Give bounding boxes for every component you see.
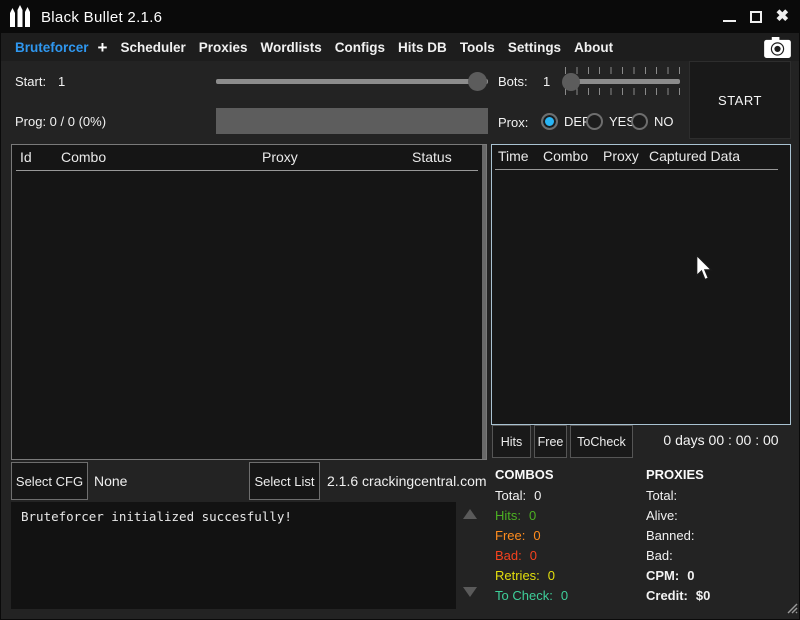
proxies-bad-stat: Bad: xyxy=(646,548,681,563)
header-divider xyxy=(16,170,478,171)
log-line: Bruteforcer initialized succesfully! xyxy=(21,509,292,524)
combos-hits-stat: Hits:0 xyxy=(495,508,536,523)
prox-radio-yes[interactable]: YES xyxy=(586,113,635,130)
start-label: Start: xyxy=(15,74,46,89)
combos-bad-stat: Bad:0 xyxy=(495,548,537,563)
combos-free-stat: Free:0 xyxy=(495,528,541,543)
progress-bar xyxy=(216,108,488,134)
prox-radio-def[interactable]: DEF xyxy=(541,113,590,130)
hits-table[interactable]: Time Combo Proxy Captured Data xyxy=(491,144,791,425)
prox-no-label: NO xyxy=(654,114,674,129)
selected-config-value: None xyxy=(94,473,127,489)
cpm-stat: CPM:0 xyxy=(646,568,694,583)
column-header-proxy[interactable]: Proxy xyxy=(603,148,639,164)
bots-value: 1 xyxy=(543,74,550,89)
start-slider[interactable] xyxy=(216,79,488,84)
bots-slider-ticks-top xyxy=(565,67,681,74)
start-slider-thumb[interactable] xyxy=(468,72,487,91)
bots-slider[interactable] xyxy=(564,79,680,84)
mouse-cursor xyxy=(695,254,713,282)
black-bullet-logo-icon xyxy=(9,5,31,29)
bots-slider-ticks-bottom xyxy=(565,88,681,95)
menu-bar: Bruteforcer + Scheduler Proxies Wordlist… xyxy=(1,33,800,61)
column-header-id[interactable]: Id xyxy=(20,149,32,165)
column-header-time[interactable]: Time xyxy=(498,148,529,164)
minimize-button[interactable] xyxy=(723,20,736,22)
maximize-button[interactable] xyxy=(750,11,762,23)
prox-label: Prox: xyxy=(498,115,528,130)
column-header-status[interactable]: Status xyxy=(412,149,452,165)
radio-selected-icon[interactable] xyxy=(541,113,558,130)
tab-bruteforcer[interactable]: Bruteforcer xyxy=(15,40,89,55)
proxies-total-stat: Total: xyxy=(646,488,685,503)
radio-unselected-icon[interactable] xyxy=(631,113,648,130)
column-header-combo[interactable]: Combo xyxy=(61,149,106,165)
proxies-alive-stat: Alive: xyxy=(646,508,686,523)
hits-filter-button[interactable]: Hits xyxy=(492,425,531,458)
close-button[interactable]: ✖ xyxy=(776,9,789,25)
select-cfg-button[interactable]: Select CFG xyxy=(11,462,88,500)
proxies-title: PROXIES xyxy=(646,467,704,482)
credit-stat: Credit:$0 xyxy=(646,588,710,603)
table-scrollbar[interactable] xyxy=(482,145,486,459)
elapsed-timer: 0 days 00 : 00 : 00 xyxy=(649,432,793,448)
combos-retries-stat: Retries:0 xyxy=(495,568,555,583)
prox-radio-no[interactable]: NO xyxy=(631,113,674,130)
app-window: Black Bullet 2.1.6 ✖ Bruteforcer + Sched… xyxy=(0,0,800,620)
radio-unselected-icon[interactable] xyxy=(586,113,603,130)
scroll-up-icon[interactable] xyxy=(463,509,477,519)
tab-configs[interactable]: Configs xyxy=(335,40,385,55)
column-header-proxy[interactable]: Proxy xyxy=(262,149,298,165)
tab-hitsdb[interactable]: Hits DB xyxy=(398,40,447,55)
column-header-captured-data[interactable]: Captured Data xyxy=(649,148,740,164)
results-table[interactable]: Id Combo Proxy Status xyxy=(11,144,487,460)
tab-settings[interactable]: Settings xyxy=(508,40,561,55)
tocheck-filter-button[interactable]: ToCheck xyxy=(570,425,633,458)
tab-wordlists[interactable]: Wordlists xyxy=(261,40,322,55)
bots-slider-thumb[interactable] xyxy=(562,73,580,91)
log-output[interactable]: Bruteforcer initialized succesfully! xyxy=(11,502,456,609)
tab-about[interactable]: About xyxy=(574,40,613,55)
add-tab-icon[interactable]: + xyxy=(98,39,108,56)
title-bar[interactable]: Black Bullet 2.1.6 ✖ xyxy=(1,1,800,33)
proxies-banned-stat: Banned: xyxy=(646,528,702,543)
column-header-combo[interactable]: Combo xyxy=(543,148,588,164)
version-text: 2.1.6 crackingcentral.com xyxy=(327,473,487,489)
combos-total-stat: Total:0 xyxy=(495,488,541,503)
combos-title: COMBOS xyxy=(495,467,554,482)
screenshot-camera-icon[interactable] xyxy=(764,37,791,58)
select-list-button[interactable]: Select List xyxy=(249,462,320,500)
combos-tocheck-stat: To Check:0 xyxy=(495,588,568,603)
scroll-down-icon[interactable] xyxy=(463,587,477,597)
window-title: Black Bullet 2.1.6 xyxy=(41,9,162,26)
tab-proxies[interactable]: Proxies xyxy=(199,40,248,55)
resize-grip-icon[interactable] xyxy=(786,602,798,614)
start-button[interactable]: START xyxy=(689,61,791,139)
free-filter-button[interactable]: Free xyxy=(534,425,567,458)
tab-scheduler[interactable]: Scheduler xyxy=(120,40,185,55)
progress-label: Prog: 0 / 0 (0%) xyxy=(15,114,106,129)
start-value: 1 xyxy=(58,74,65,89)
header-divider xyxy=(495,169,778,170)
tab-tools[interactable]: Tools xyxy=(460,40,495,55)
bots-label: Bots: xyxy=(498,74,528,89)
